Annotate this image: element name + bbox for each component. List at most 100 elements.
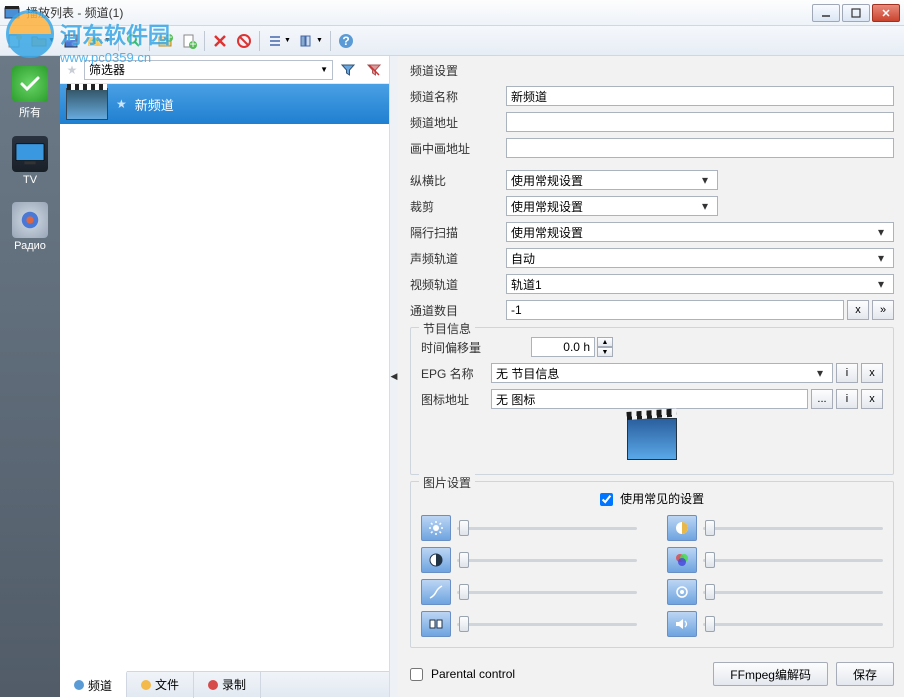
channelnum-clear-button[interactable]: x: [847, 300, 869, 320]
filter-funnel-icon[interactable]: [337, 59, 359, 81]
hue-icon[interactable]: [667, 515, 697, 541]
filter-select[interactable]: 筛选器 ▼: [84, 60, 333, 80]
toolbar-columns-icon[interactable]: ▼: [296, 30, 326, 52]
picture-fieldset: 图片设置 使用常见的设置: [410, 481, 894, 648]
channel-star-icon[interactable]: ★: [116, 97, 127, 111]
volume-icon[interactable]: [667, 611, 697, 637]
epg-clear-button[interactable]: x: [861, 363, 883, 383]
toolbar-list-icon[interactable]: ▼: [264, 30, 294, 52]
ffmpeg-button[interactable]: FFmpeg编解码: [713, 662, 828, 686]
epg-combo[interactable]: ▾: [491, 363, 833, 383]
name-label: 频道名称: [410, 88, 506, 105]
aspect-select[interactable]: 使用常规设置▾: [506, 170, 718, 190]
channel-row[interactable]: ★ 新频道: [60, 84, 389, 124]
brightness-icon[interactable]: [421, 515, 451, 541]
check-icon: [12, 66, 48, 102]
crop-select[interactable]: 使用常规设置▾: [506, 196, 718, 216]
titlebar: 播放列表 - 频道(1): [0, 0, 904, 26]
deinterlace-select[interactable]: 使用常规设置▾: [506, 222, 894, 242]
category-all-label: 所有: [19, 104, 41, 120]
program-fieldset: 节目信息 时间偏移量 ▲▼ EPG 名称 ▾ i x 图标地址 ... i x: [410, 327, 894, 475]
audio-select[interactable]: 自动▾: [506, 248, 894, 268]
category-tv[interactable]: TV: [6, 132, 54, 190]
audio-label: 声频轨道: [410, 250, 506, 267]
bottom-tabs: 频道 文件 录制: [60, 671, 389, 697]
epg-input[interactable]: [496, 364, 812, 382]
contrast-icon[interactable]: [421, 547, 451, 573]
video-select[interactable]: 轨道1▾: [506, 274, 894, 294]
toolbar-addfile-icon[interactable]: +: [178, 30, 200, 52]
name-input[interactable]: [506, 86, 894, 106]
category-radio[interactable]: Радио: [6, 198, 54, 256]
tv-icon: [12, 136, 48, 172]
hue-slider[interactable]: [703, 518, 883, 538]
toolbar-delete-icon[interactable]: [209, 30, 231, 52]
tab-channel[interactable]: 频道: [60, 671, 127, 697]
svg-text:?: ?: [342, 34, 349, 48]
filter-clear-icon[interactable]: [363, 59, 385, 81]
toolbar-new-icon[interactable]: [4, 30, 26, 52]
volume-slider[interactable]: [703, 614, 883, 634]
channelnum-next-button[interactable]: »: [872, 300, 894, 320]
use-common-label: 使用常见的设置: [620, 492, 704, 506]
toolbar-add-icon[interactable]: +: [154, 30, 176, 52]
crop-label: 裁剪: [410, 198, 506, 215]
category-all[interactable]: 所有: [6, 62, 54, 124]
splitter-handle[interactable]: ◀: [390, 56, 398, 697]
svg-text:+: +: [189, 37, 196, 49]
channelnum-input[interactable]: [506, 300, 844, 320]
close-button[interactable]: [872, 4, 900, 22]
zoom-slider[interactable]: [457, 614, 637, 634]
sharpness-icon[interactable]: [667, 579, 697, 605]
tab-record[interactable]: 录制: [194, 672, 261, 698]
saturation-icon[interactable]: [667, 547, 697, 573]
use-common-checkbox[interactable]: [600, 493, 613, 506]
program-legend: 节目信息: [419, 320, 475, 337]
filter-label: 筛选器: [89, 61, 125, 78]
aspect-label: 纵横比: [410, 172, 506, 189]
category-sidebar: 所有 TV Радио: [0, 56, 60, 697]
video-label: 视频轨道: [410, 276, 506, 293]
radio-icon: [12, 202, 48, 238]
iconaddr-info-button[interactable]: i: [836, 389, 858, 409]
contrast-slider[interactable]: [457, 550, 637, 570]
channel-name: 新频道: [135, 95, 174, 114]
sharpness-slider[interactable]: [703, 582, 883, 602]
parental-checkbox[interactable]: [410, 668, 423, 681]
maximize-button[interactable]: [842, 4, 870, 22]
channel-thumbnail-icon: [66, 88, 108, 120]
gamma-icon[interactable]: [421, 579, 451, 605]
minimize-button[interactable]: [812, 4, 840, 22]
iconaddr-browse-button[interactable]: ...: [811, 389, 833, 409]
toolbar-open-icon[interactable]: ▼: [28, 30, 58, 52]
iconaddr-clear-button[interactable]: x: [861, 389, 883, 409]
pip-label: 画中画地址: [410, 140, 506, 157]
toolbar-save-icon[interactable]: [60, 30, 82, 52]
zoom-icon[interactable]: [421, 611, 451, 637]
offset-spinner[interactable]: ▲▼: [531, 337, 613, 357]
epg-label: EPG 名称: [421, 365, 491, 382]
iconaddr-label: 图标地址: [421, 391, 491, 408]
saturation-slider[interactable]: [703, 550, 883, 570]
offset-up-button[interactable]: ▲: [597, 337, 613, 347]
toolbar-help-icon[interactable]: ?: [335, 30, 357, 52]
channelnum-label: 通道数目: [410, 302, 506, 319]
iconaddr-input[interactable]: [491, 389, 808, 409]
offset-down-button[interactable]: ▼: [597, 347, 613, 357]
toolbar-export-icon[interactable]: ▼: [84, 30, 114, 52]
gamma-slider[interactable]: [457, 582, 637, 602]
offset-input[interactable]: [531, 337, 595, 357]
save-button[interactable]: 保存: [836, 662, 894, 686]
brightness-slider[interactable]: [457, 518, 637, 538]
toolbar-block-icon[interactable]: [233, 30, 255, 52]
toolbar-search-icon[interactable]: [123, 30, 145, 52]
channel-preview-icon: [627, 418, 677, 460]
channel-list[interactable]: ★ 新频道: [60, 84, 389, 671]
epg-info-button[interactable]: i: [836, 363, 858, 383]
tab-file[interactable]: 文件: [127, 672, 194, 698]
pip-input[interactable]: [506, 138, 894, 158]
offset-label: 时间偏移量: [421, 339, 531, 356]
category-radio-label: Радио: [14, 240, 46, 252]
address-input[interactable]: [506, 112, 894, 132]
toolbar: ▼ ▼ + + ▼ ▼ ?: [0, 26, 904, 56]
